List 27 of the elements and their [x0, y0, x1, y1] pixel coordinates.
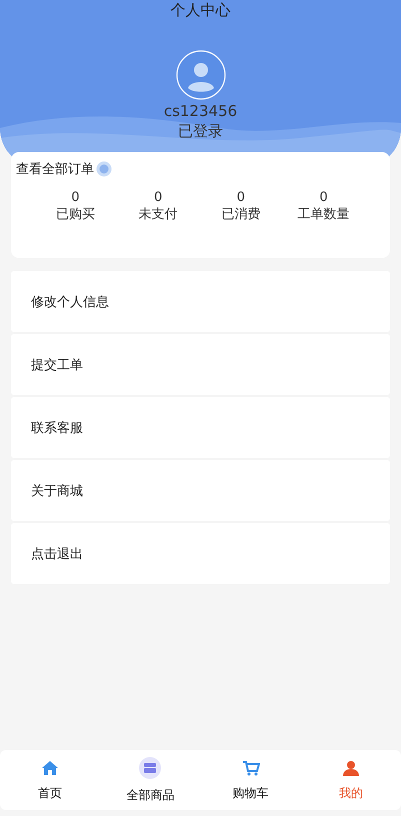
stat-value: 0: [71, 190, 80, 205]
stat-label: 已购买: [56, 206, 95, 223]
tab[interactable]: 购物车: [200, 750, 301, 810]
stat-value: 0: [154, 190, 162, 205]
tab[interactable]: 首页: [0, 750, 100, 810]
menu-item[interactable]: 关于商城: [11, 460, 390, 521]
menu-item[interactable]: 点击退出: [11, 523, 390, 584]
page-title: 个人中心: [170, 1, 230, 20]
menu-item[interactable]: 联系客服: [11, 397, 390, 458]
store-icon: [139, 756, 162, 778]
stat-value: 0: [319, 190, 328, 205]
stat-value: 0: [236, 190, 246, 205]
home-icon: [41, 758, 60, 776]
tab[interactable]: 我的: [300, 750, 401, 810]
menu-item[interactable]: 修改个人信息: [11, 271, 390, 332]
all-orders-link[interactable]: 查看全部订单: [16, 160, 112, 178]
user-icon: [342, 758, 360, 776]
circle-icon: [96, 161, 112, 177]
tab[interactable]: 全部商品: [100, 750, 200, 810]
login-status: 已登录: [178, 122, 223, 141]
menu-item[interactable]: 提交工单: [11, 334, 390, 395]
avatar-icon[interactable]: [176, 50, 226, 100]
stat-label: 已消费: [221, 206, 260, 223]
username: cs123456: [164, 102, 238, 120]
cart-icon: [242, 758, 260, 776]
stat-label: 未支付: [138, 206, 178, 223]
stat-label: 工单数量: [298, 206, 350, 223]
